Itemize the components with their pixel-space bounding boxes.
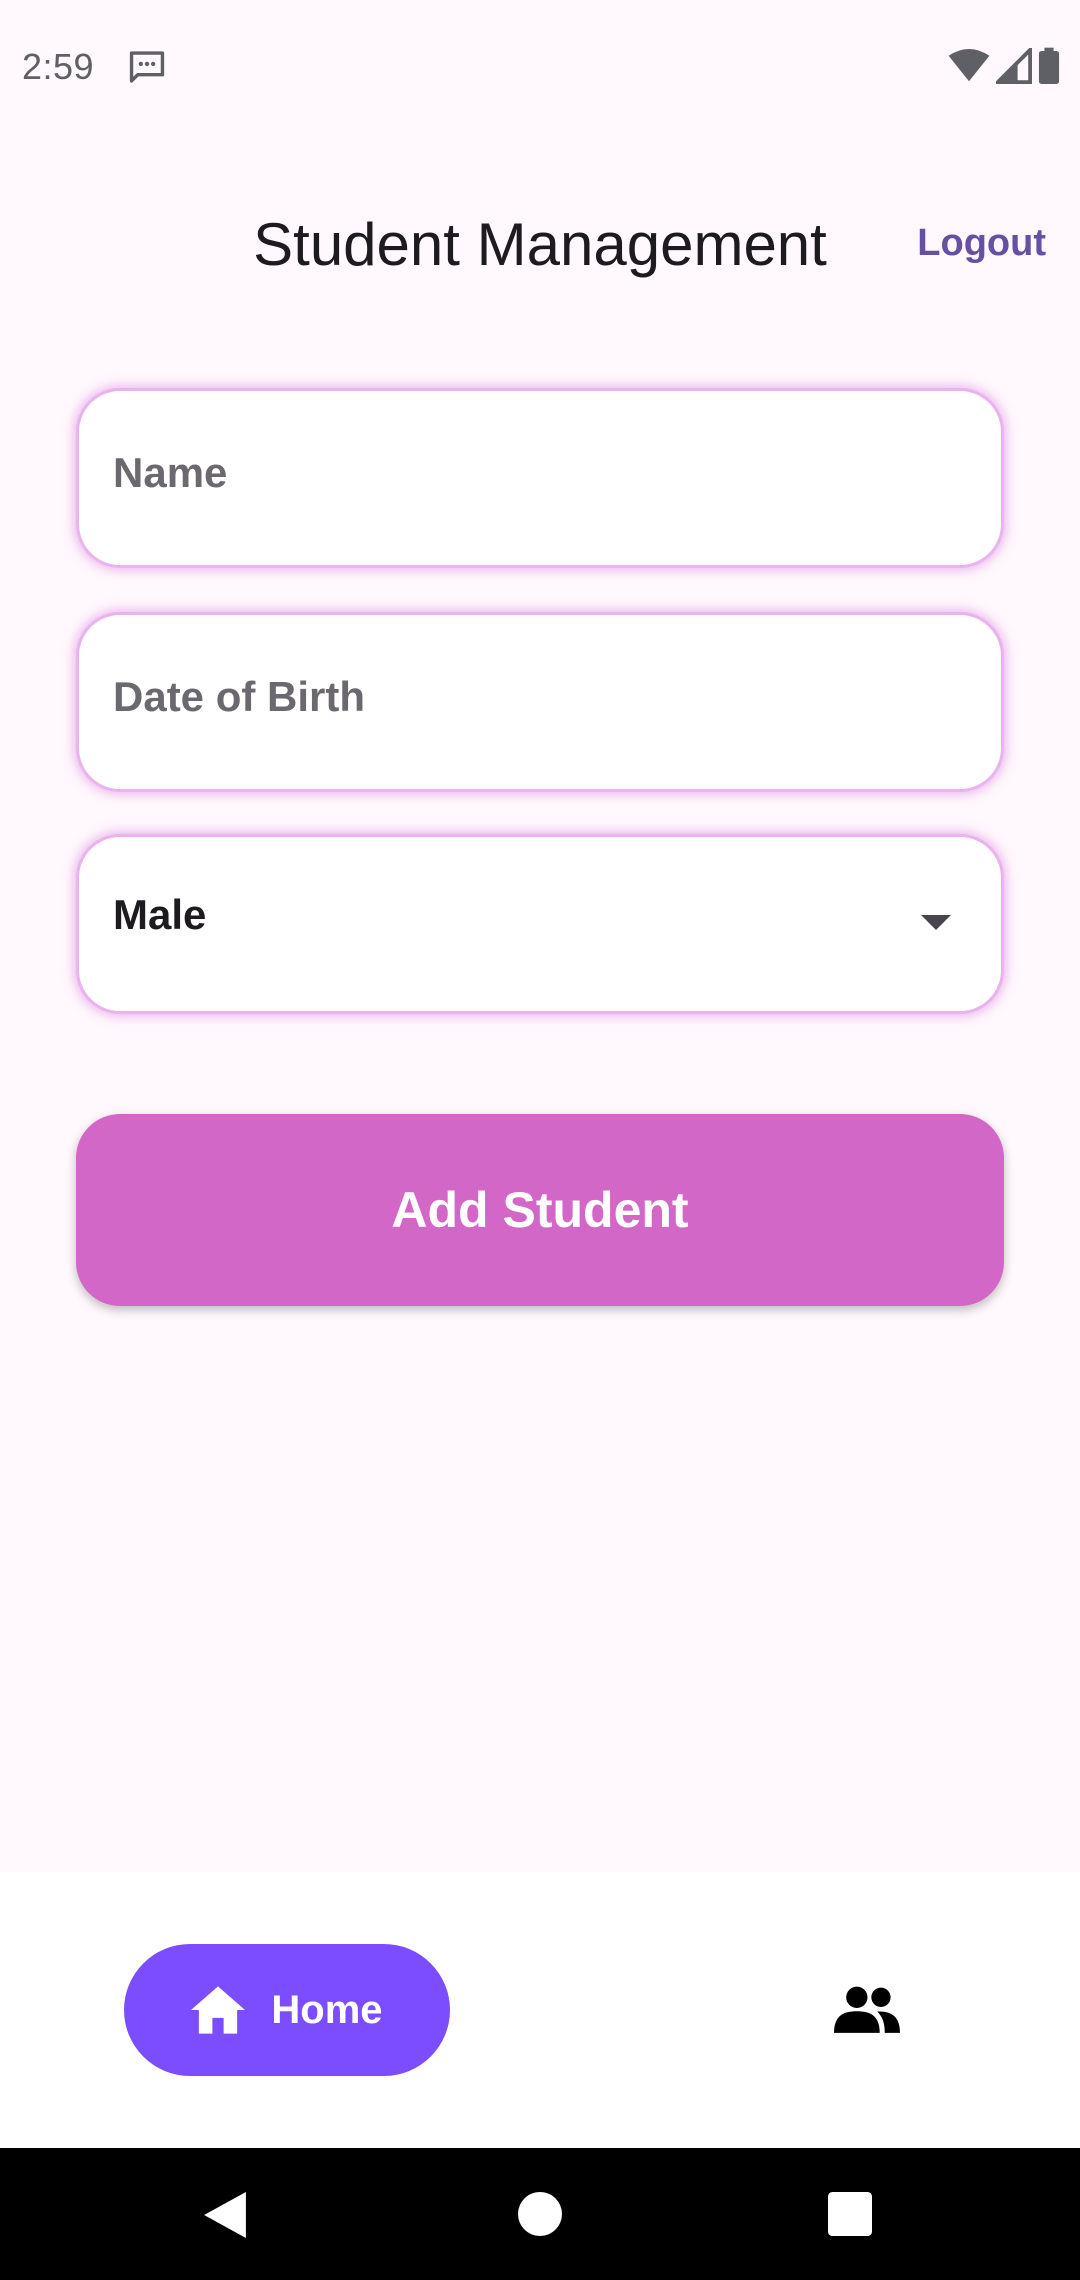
people-icon[interactable] (834, 1980, 900, 2040)
name-placeholder: Name (113, 449, 228, 496)
bottom-navigation: Home (0, 1872, 1080, 2148)
wifi-icon (948, 49, 990, 82)
recents-icon[interactable] (828, 2192, 872, 2236)
logout-button[interactable]: Logout (917, 222, 1046, 265)
gender-selected-value: Male (113, 891, 207, 938)
add-student-label: Add Student (391, 1182, 689, 1238)
home-circle-icon[interactable] (518, 2192, 562, 2236)
battery-icon (1038, 47, 1060, 84)
system-icons (948, 46, 1060, 86)
gender-dropdown[interactable]: Male (76, 834, 1004, 1014)
date-of-birth-placeholder: Date of Birth (113, 673, 365, 720)
app-bar: Student Management Logout (0, 180, 1080, 310)
status-bar: 2:59 (0, 0, 1080, 130)
signal-icon (996, 48, 1032, 84)
message-icon (129, 51, 165, 83)
nav-home-label: Home (271, 1987, 383, 2032)
screen: 2:59 Student Management Logout Name Date… (0, 0, 1080, 2280)
dropdown-arrow-icon (921, 915, 951, 930)
nav-item-home[interactable]: Home (124, 1944, 450, 2076)
status-time: 2:59 (22, 46, 95, 87)
back-icon[interactable] (204, 2192, 246, 2238)
name-input[interactable]: Name (76, 388, 1004, 568)
system-navigation-bar (0, 2148, 1080, 2280)
add-student-button[interactable]: Add Student (76, 1114, 1004, 1306)
date-of-birth-input[interactable]: Date of Birth (76, 612, 1004, 792)
home-icon (191, 1986, 246, 2034)
